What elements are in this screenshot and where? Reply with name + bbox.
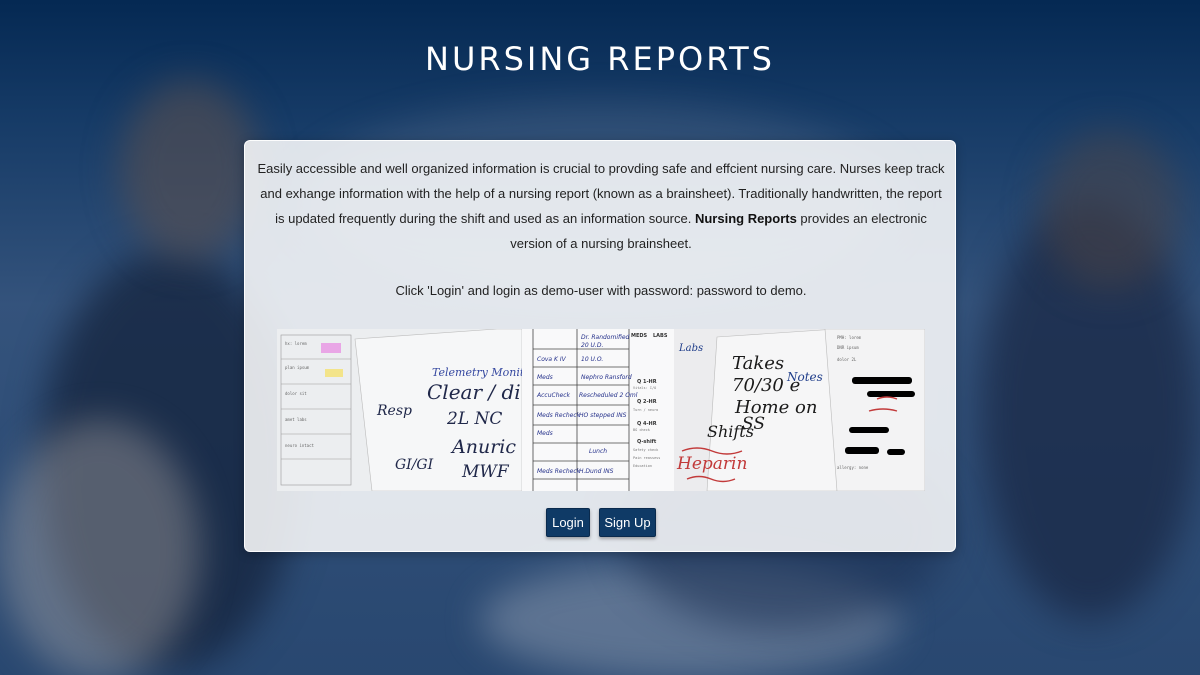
svg-text:Education: Education — [633, 464, 652, 468]
collage-note-gi: GI/GI — [395, 457, 434, 473]
svg-text:dolor 2L: dolor 2L — [837, 357, 857, 362]
collage-med-row3b: Nephro Ransford — [581, 374, 632, 381]
svg-text:Pain reassess: Pain reassess — [633, 456, 660, 460]
collage-note-ratio: 70/30 e — [732, 375, 800, 396]
collage-note-shifts: Shifts — [707, 422, 754, 441]
collage-med-row4b: Rescheduled 2 Oml — [579, 392, 638, 399]
collage-med-row6: Meds — [537, 430, 553, 437]
svg-text:DNR ipsum: DNR ipsum — [837, 345, 859, 350]
collage-q4-label: Q 4-HR — [637, 421, 657, 427]
collage-note-resp: Resp — [376, 403, 412, 419]
svg-text:Vitals: I/O: Vitals: I/O — [633, 386, 656, 390]
svg-text:dolor sit: dolor sit — [285, 391, 307, 396]
collage-labs-note: Labs — [678, 343, 703, 354]
collage-med-row5b: HO stepped INS — [579, 412, 627, 419]
demo-login-hint: Click 'Login' and login as demo-user wit… — [395, 283, 807, 298]
intro-paragraph: Easily accessible and well organized inf… — [257, 156, 945, 256]
collage-q1-label: Q 1-HR — [637, 379, 657, 385]
svg-text:PMH: lorem: PMH: lorem — [837, 335, 862, 340]
collage-q2-label: Q 2-HR — [637, 399, 657, 405]
svg-text:plan ipsum: plan ipsum — [285, 365, 310, 370]
svg-text:allergy: none: allergy: none — [837, 465, 869, 470]
collage-med-row7: Lunch — [589, 448, 607, 455]
collage-med-row8: Meds Recheck — [537, 468, 581, 475]
collage-note-anuric: Anuric — [450, 436, 516, 458]
svg-text:Safety check: Safety check — [633, 448, 659, 452]
collage-med-row1: Dr. Randomified — [581, 334, 630, 341]
page-title: NURSING REPORTS — [425, 40, 775, 78]
collage-q6-label: Q-shift — [637, 439, 657, 445]
intro-app-name: Nursing Reports — [694, 211, 797, 226]
svg-text:amet labs: amet labs — [285, 417, 307, 422]
collage-med-row4: AccuCheck — [536, 392, 570, 399]
svg-text:hx: lorem: hx: lorem — [285, 341, 307, 346]
collage-med-row8b: H.Dund INS — [579, 468, 614, 475]
login-button[interactable]: Login — [546, 508, 590, 537]
collage-med-row5: Meds Recheck — [537, 412, 581, 419]
collage-med-row3: Meds — [537, 374, 553, 381]
collage-note-mwf: MWF — [461, 462, 510, 482]
collage-note-nc: 2L NC — [446, 409, 502, 429]
collage-med-row1b: 20 U.D. — [581, 342, 603, 349]
svg-text:Turn / neuro: Turn / neuro — [633, 408, 658, 412]
collage-med-row2b: 10 U.O. — [581, 356, 603, 363]
svg-text:BG check: BG check — [633, 428, 651, 432]
collage-note-takes: Takes — [732, 353, 784, 374]
svg-text:neuro intact: neuro intact — [285, 443, 314, 448]
intro-card: Easily accessible and well organized inf… — [244, 140, 956, 552]
collage-labs-header: LABS — [653, 333, 668, 339]
brainsheet-collage-graphic: hx: lorem plan ipsum dolor sit amet labs n… — [277, 329, 925, 491]
collage-note-heparin: Heparin — [676, 454, 747, 474]
collage-med-row2: Cova K IV — [537, 356, 567, 363]
signup-button[interactable]: Sign Up — [599, 508, 656, 537]
collage-meds-header: MEDS — [631, 333, 648, 339]
brainsheet-collage-image: hx: lorem plan ipsum dolor sit amet labs n… — [277, 329, 925, 491]
